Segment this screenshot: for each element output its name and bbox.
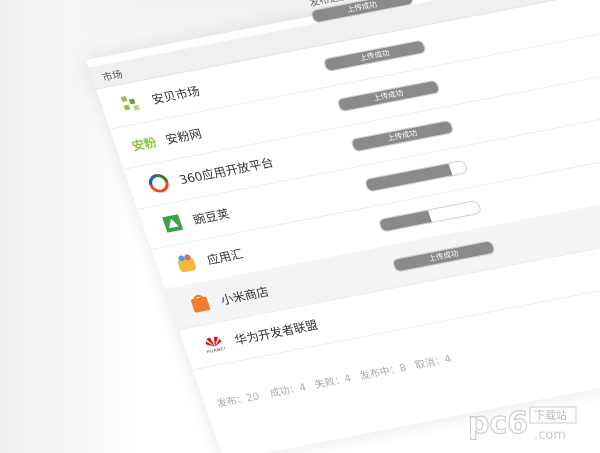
- svg-text:下载站: 下载站: [534, 408, 567, 422]
- anbei-logo-icon: [117, 91, 146, 116]
- footer-publishing: 发布中：8: [358, 362, 408, 383]
- publish-card: 发布进度 备注 上传成功 市场 安: [86, 0, 600, 453]
- 360-logo-icon: [144, 171, 173, 196]
- mi-store-logo-icon: [186, 291, 215, 316]
- footer-success: 成功：4: [268, 382, 308, 400]
- progress-text: 上传成功: [372, 88, 405, 103]
- market-name: 360应用开放平台: [177, 155, 276, 187]
- market-name: 安贝市场: [149, 84, 202, 107]
- progress-bar: [363, 159, 469, 193]
- anfen-logo-text: 安粉: [130, 134, 159, 153]
- screenshot-stage: 发布进度 备注 上传成功 市场 安: [0, 0, 600, 453]
- progress-text: 上传成功: [385, 128, 419, 143]
- progress-bar: 上传成功: [336, 79, 441, 113]
- svg-text:.com: .com: [534, 428, 566, 443]
- progress-bar: 上传成功: [349, 119, 455, 153]
- footer-published: 发布：20: [215, 391, 262, 411]
- progress-bar: 上传成功: [322, 39, 428, 73]
- market-name: 应用汇: [205, 246, 246, 268]
- wandoujia-logo-icon: [158, 211, 187, 236]
- progress-fill: [365, 163, 453, 192]
- progress-text: 上传成功: [358, 48, 391, 63]
- anfen-logo-icon: 安粉: [127, 130, 162, 156]
- market-name: 豌豆荚: [191, 206, 232, 228]
- progress-bar: [377, 199, 483, 233]
- progress-text: 上传成功: [427, 248, 460, 264]
- progress-fill: [378, 210, 432, 232]
- market-name: 华为开发者联盟: [232, 318, 320, 348]
- footer-failed: 失败：4: [313, 373, 353, 391]
- market-name: 安粉网: [163, 126, 204, 147]
- market-header-label: 市场: [101, 69, 125, 84]
- market-name: 小米商店: [218, 284, 271, 308]
- footer-cancelled: 取消：4: [413, 354, 454, 372]
- progress-bar: 上传成功: [391, 239, 497, 273]
- publish-panel: 发布进度 备注 上传成功 市场 安: [86, 0, 600, 453]
- svg-text:pc6: pc6: [468, 406, 528, 441]
- yingyonghui-logo-icon: [172, 251, 201, 276]
- huawei-logo-icon: HUAWEI: [200, 331, 229, 356]
- pc6-watermark: pc6 下载站 .com: [467, 403, 588, 445]
